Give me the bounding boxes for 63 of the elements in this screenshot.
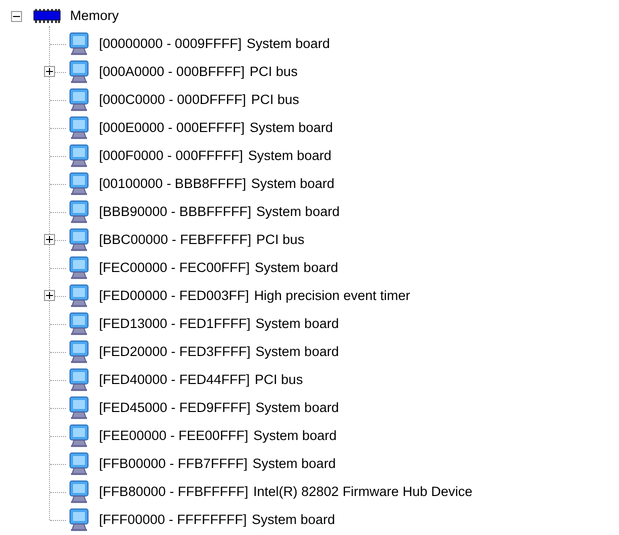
plus-icon bbox=[46, 68, 53, 75]
address-range-label[interactable]: [00100000 - BBB8FFFF] bbox=[99, 174, 246, 194]
monitor-icon bbox=[68, 452, 90, 476]
monitor-icon bbox=[68, 508, 90, 532]
address-range-label[interactable]: [BBB90000 - BBBFFFFF] bbox=[99, 202, 252, 222]
device-name-label[interactable]: System board bbox=[253, 426, 337, 446]
address-range-label[interactable]: [FED40000 - FED44FFF] bbox=[99, 370, 250, 390]
device-name-label[interactable]: System board bbox=[256, 314, 339, 334]
monitor-icon bbox=[68, 144, 90, 168]
device-name-label[interactable]: System board bbox=[254, 258, 338, 278]
memory-chip-icon bbox=[33, 9, 61, 23]
address-range-label[interactable]: [FEE00000 - FEE00FFF] bbox=[99, 426, 248, 446]
monitor-icon bbox=[68, 396, 90, 420]
device-name-label[interactable]: System board bbox=[252, 454, 336, 474]
device-name-label[interactable]: System board bbox=[256, 398, 339, 418]
address-range-label[interactable]: [FEC00000 - FEC00FFF] bbox=[99, 258, 250, 278]
monitor-icon bbox=[68, 172, 90, 196]
monitor-icon bbox=[68, 200, 90, 224]
collapse-toggle[interactable] bbox=[10, 10, 22, 22]
address-range-label[interactable]: [FFF00000 - FFFFFFFF] bbox=[99, 510, 247, 530]
monitor-icon bbox=[68, 368, 90, 392]
device-name-label[interactable]: System board bbox=[250, 118, 333, 138]
tree-node-label[interactable]: Memory bbox=[70, 6, 119, 26]
monitor-icon bbox=[68, 60, 90, 84]
address-range-label[interactable]: [FFB00000 - FFB7FFFF] bbox=[99, 454, 248, 474]
address-range-label[interactable]: [FED13000 - FED1FFFF] bbox=[99, 314, 251, 334]
address-range-label[interactable]: [000C0000 - 000DFFFF] bbox=[99, 90, 246, 110]
plus-icon bbox=[46, 292, 53, 299]
monitor-icon bbox=[68, 256, 90, 280]
monitor-icon bbox=[68, 312, 90, 336]
expand-toggle[interactable] bbox=[44, 234, 55, 245]
expand-toggle[interactable] bbox=[44, 290, 55, 301]
monitor-icon bbox=[68, 116, 90, 140]
monitor-icon bbox=[68, 88, 90, 112]
device-name-label[interactable]: System board bbox=[256, 202, 340, 222]
expand-toggle[interactable] bbox=[44, 66, 55, 77]
monitor-icon bbox=[68, 480, 90, 504]
monitor-icon bbox=[68, 32, 90, 56]
address-range-label[interactable]: [FED45000 - FED9FFFF] bbox=[99, 398, 251, 418]
address-range-label[interactable]: [00000000 - 0009FFFF] bbox=[99, 34, 242, 54]
address-range-label[interactable]: [FFB80000 - FFBFFFFF] bbox=[99, 482, 248, 502]
device-name-label[interactable]: PCI bus bbox=[250, 62, 298, 82]
address-range-label[interactable]: [000E0000 - 000EFFFF] bbox=[99, 118, 245, 138]
device-name-label[interactable]: System board bbox=[246, 34, 330, 54]
device-name-label[interactable]: System board bbox=[256, 342, 339, 362]
device-name-label[interactable]: PCI bus bbox=[256, 230, 304, 250]
plus-icon bbox=[46, 236, 53, 243]
device-name-label[interactable]: System board bbox=[248, 146, 332, 166]
device-name-label[interactable]: System board bbox=[252, 510, 336, 530]
monitor-icon bbox=[68, 340, 90, 364]
monitor-icon bbox=[68, 284, 90, 308]
device-name-label[interactable]: System board bbox=[251, 174, 334, 194]
address-range-label[interactable]: [FED20000 - FED3FFFF] bbox=[99, 342, 251, 362]
device-name-label[interactable]: Intel(R) 82802 Firmware Hub Device bbox=[253, 482, 472, 502]
address-range-label[interactable]: [FED00000 - FED003FF] bbox=[99, 286, 250, 306]
address-range-label[interactable]: [BBC00000 - FEBFFFFF] bbox=[99, 230, 252, 250]
address-range-label[interactable]: [000A0000 - 000BFFFF] bbox=[99, 62, 245, 82]
monitor-icon bbox=[68, 228, 90, 252]
address-range-label[interactable]: [000F0000 - 000FFFFF] bbox=[99, 146, 244, 166]
device-name-label[interactable]: High precision event timer bbox=[254, 286, 410, 306]
device-name-label[interactable]: PCI bus bbox=[254, 370, 303, 390]
device-name-label[interactable]: PCI bus bbox=[251, 90, 300, 110]
monitor-icon bbox=[68, 424, 90, 448]
